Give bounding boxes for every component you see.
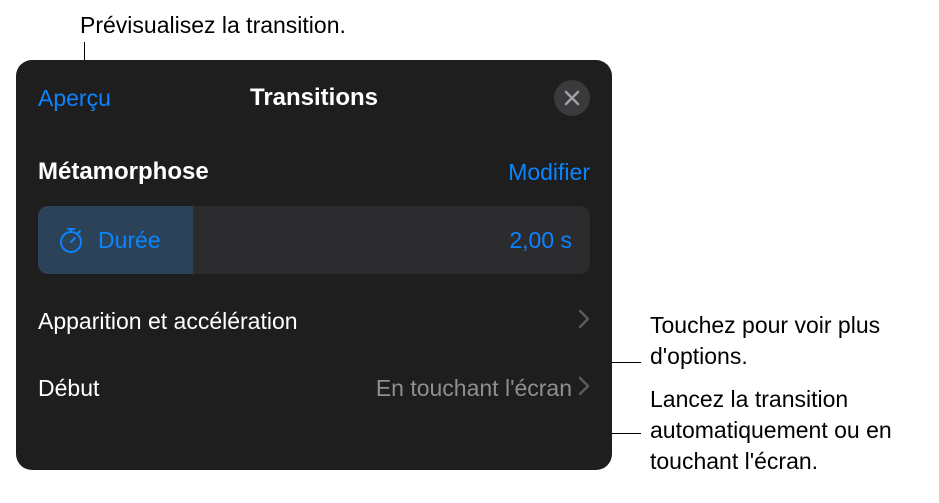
panel-header: Aperçu Transitions: [16, 76, 612, 138]
panel-title: Transitions: [250, 84, 378, 112]
appearance-row[interactable]: Apparition et accélération: [16, 288, 612, 355]
duration-slider[interactable]: Durée 2,00 s: [38, 206, 590, 274]
duration-label: Durée: [98, 227, 161, 254]
start-label: Début: [38, 375, 99, 402]
callout-more-options: Touchez pour voir plus d'options.: [650, 310, 930, 372]
appearance-label: Apparition et accélération: [38, 308, 298, 335]
callout-start-mode: Lancez la transition automatiquement ou …: [650, 384, 930, 477]
close-button[interactable]: [554, 80, 590, 116]
modify-button[interactable]: Modifier: [508, 159, 590, 186]
chevron-right-icon: [578, 376, 590, 402]
chevron-right-icon: [578, 309, 590, 335]
transitions-panel: Aperçu Transitions Métamorphose Modifier…: [16, 60, 612, 470]
callout-preview: Prévisualisez la transition.: [80, 10, 346, 41]
duration-content: Durée 2,00 s: [38, 225, 590, 255]
start-row[interactable]: Début En touchant l'écran: [16, 355, 612, 422]
transition-name: Métamorphose: [38, 158, 209, 186]
preview-button[interactable]: Aperçu: [38, 85, 111, 112]
stopwatch-icon: [56, 225, 86, 255]
transition-name-row: Métamorphose Modifier: [16, 138, 612, 200]
close-icon: [564, 90, 580, 106]
duration-value: 2,00 s: [509, 227, 572, 254]
start-value: En touchant l'écran: [376, 375, 572, 402]
